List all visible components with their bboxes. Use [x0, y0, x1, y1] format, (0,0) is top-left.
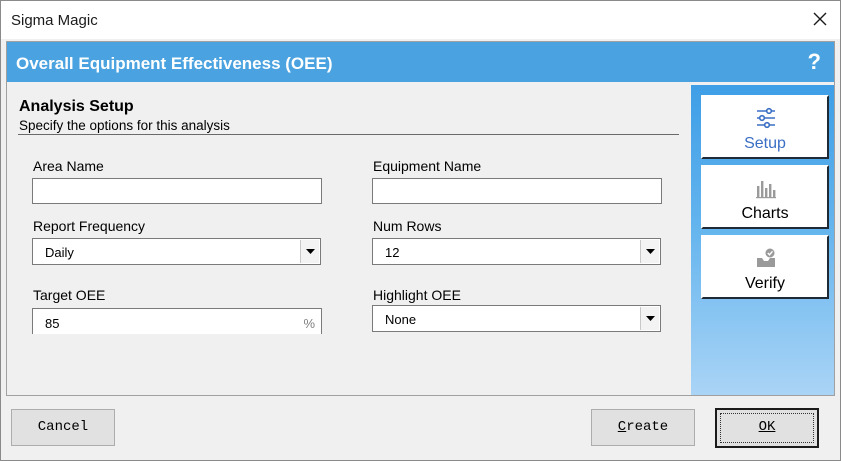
target-oee-label: Target OEE	[33, 287, 106, 303]
create-button[interactable]: Create	[591, 409, 695, 446]
verify-icon	[755, 247, 777, 269]
sidebar-item-label: Setup	[744, 135, 786, 152]
highlight-oee-label: Highlight OEE	[373, 287, 461, 303]
create-label: reate	[626, 419, 669, 435]
section-divider	[18, 134, 679, 135]
target-oee-input[interactable]: 85 %	[32, 308, 322, 334]
section-subtitle: Specify the options for this analysis	[19, 118, 230, 133]
section-title: Analysis Setup	[19, 98, 134, 115]
area-name-label: Area Name	[33, 158, 104, 174]
num-rows-label: Num Rows	[373, 218, 442, 234]
sidebar-item-label: Verify	[744, 275, 785, 292]
report-frequency-value: Daily	[45, 245, 74, 260]
report-frequency-label: Report Frequency	[33, 218, 146, 234]
sliders-icon	[755, 107, 777, 129]
sidebar-item-setup[interactable]: Setup	[701, 95, 829, 159]
equipment-name-label: Equipment Name	[373, 158, 482, 174]
highlight-oee-select[interactable]: None	[372, 305, 661, 332]
bar-chart-icon	[755, 177, 777, 199]
sidebar: Setup Charts Verify	[691, 85, 834, 395]
dialog-title: Overall Equipment Effectiveness (OEE)	[16, 54, 333, 73]
create-accel: C	[617, 419, 627, 435]
chevron-down-icon[interactable]	[640, 240, 659, 263]
close-icon[interactable]	[808, 7, 832, 31]
sidebar-item-label: Charts	[741, 205, 789, 222]
chevron-down-icon[interactable]	[640, 307, 659, 330]
highlight-oee-value: None	[385, 312, 417, 327]
percent-unit: %	[303, 316, 315, 331]
ok-focus-ring: OK	[720, 413, 814, 443]
window-title: Sigma Magic	[11, 12, 98, 29]
target-oee-value: 85	[45, 316, 60, 331]
area-name-input[interactable]	[32, 178, 322, 204]
chevron-down-icon[interactable]	[300, 240, 319, 263]
report-frequency-select[interactable]: Daily	[32, 238, 321, 265]
ok-label: OK	[758, 419, 776, 435]
ok-button[interactable]: OK	[715, 408, 819, 448]
sidebar-item-verify[interactable]: Verify	[701, 235, 829, 299]
equipment-name-input[interactable]	[372, 178, 662, 204]
header-banner: Overall Equipment Effectiveness (OEE) ?	[7, 42, 834, 82]
num-rows-select[interactable]: 12	[372, 238, 661, 265]
dialog-frame: Overall Equipment Effectiveness (OEE) ? …	[6, 41, 835, 396]
title-bar: Sigma Magic	[1, 1, 840, 39]
sidebar-item-charts[interactable]: Charts	[701, 165, 829, 229]
help-icon[interactable]: ?	[808, 49, 821, 75]
num-rows-value: 12	[385, 245, 400, 260]
cancel-button[interactable]: Cancel	[11, 409, 115, 446]
